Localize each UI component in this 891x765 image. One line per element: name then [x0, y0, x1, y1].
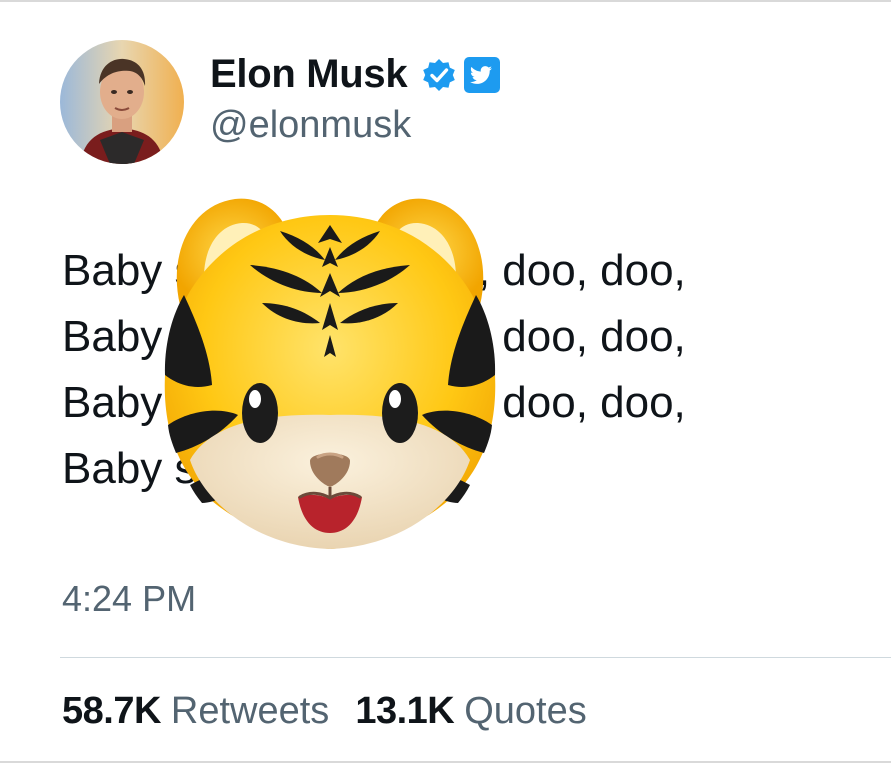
divider	[60, 657, 891, 658]
bottom-border	[0, 761, 891, 763]
twitter-logo-icon	[463, 56, 501, 94]
top-border	[0, 0, 891, 2]
quotes-count: 13.1K	[355, 690, 455, 732]
tweet-timestamp[interactable]: 4:24 PM	[62, 578, 196, 620]
retweets-count: 58.7K	[62, 690, 161, 732]
avatar-image	[60, 40, 184, 164]
tweet-stats: 58.7K Retweets 13.1K Quotes	[62, 690, 587, 733]
author-name[interactable]: Elon Musk	[210, 52, 501, 97]
tiger-face-icon	[150, 185, 510, 565]
avatar[interactable]	[60, 40, 184, 164]
author-name-text: Elon Musk	[210, 52, 408, 96]
retweets-stat[interactable]: 58.7K Retweets	[62, 690, 329, 733]
quotes-stat[interactable]: 13.1K Quotes	[355, 690, 586, 733]
retweets-label: Retweets	[170, 690, 330, 732]
verified-badge-icon	[421, 57, 457, 93]
quotes-label: Quotes	[464, 690, 587, 732]
author-handle[interactable]: @elonmusk	[210, 104, 411, 147]
